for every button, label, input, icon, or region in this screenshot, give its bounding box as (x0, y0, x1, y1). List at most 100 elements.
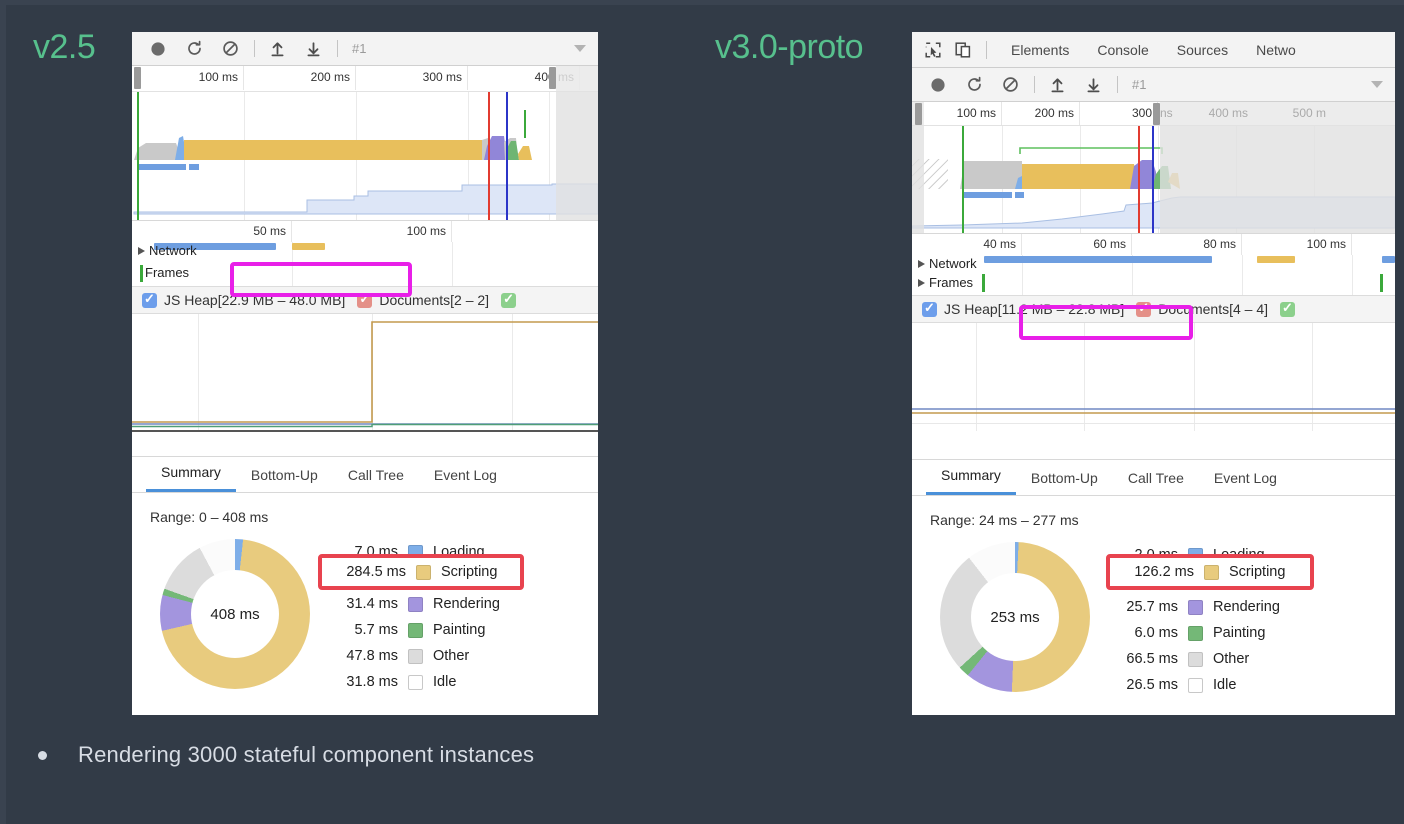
counter-nodes-right[interactable] (1280, 300, 1302, 317)
reload-icon[interactable] (180, 36, 208, 62)
device-toolbar-icon[interactable] (950, 38, 976, 62)
detail-tabs-right[interactable]: Summary Bottom-Up Call Tree Event Log (912, 459, 1395, 496)
download-arrow-icon[interactable] (299, 36, 327, 62)
range-handle-end[interactable] (1153, 103, 1160, 125)
counter-label: Documents (379, 292, 451, 308)
reload-icon[interactable] (960, 72, 988, 98)
clear-prohibited-icon[interactable] (996, 72, 1024, 98)
inspect-element-icon[interactable] (920, 38, 946, 62)
tab-summary[interactable]: Summary (146, 464, 236, 492)
devtools-tabbar-right[interactable]: Elements Console Sources Netwo (912, 32, 1395, 68)
devtools-panel-v30: Elements Console Sources Netwo #1 100 ms… (912, 32, 1395, 715)
triangle-right-icon[interactable] (138, 246, 145, 255)
tab-elements[interactable]: Elements (997, 33, 1083, 67)
checkbox-js-heap[interactable] (142, 291, 157, 308)
tab-sources[interactable]: Sources (1163, 33, 1242, 67)
legend-row-other: 47.8 ms Other (322, 643, 500, 669)
zoom-tick: 60 ms (1022, 234, 1132, 255)
track-label-frames: Frames (918, 275, 973, 290)
legend-swatch-idle (408, 674, 423, 690)
counter-documents-left[interactable]: Documents [2 – 2] (357, 291, 490, 308)
overview-graphs-left[interactable] (132, 92, 598, 220)
track-name: Frames (929, 275, 974, 290)
legend-swatch-painting (408, 622, 423, 638)
legend-label: Rendering (1213, 599, 1280, 615)
session-id-left: #1 (352, 41, 367, 56)
download-arrow-icon[interactable] (1079, 72, 1107, 98)
tab-event-log[interactable]: Event Log (419, 467, 512, 492)
track-label-frames: Frames (145, 265, 189, 280)
frame-marker (140, 265, 143, 282)
tab-call-tree[interactable]: Call Tree (333, 467, 419, 492)
upload-arrow-icon[interactable] (1043, 72, 1071, 98)
triangle-right-icon[interactable] (918, 278, 925, 287)
slide-left-edge (0, 0, 6, 824)
track-frames-left[interactable]: Frames (132, 262, 598, 286)
zoom-ruler-left[interactable]: 50 ms 100 ms (132, 220, 598, 242)
detail-tabs-left[interactable]: Summary Bottom-Up Call Tree Event Log (132, 456, 598, 493)
ruler-tick-dim: 400 ms (1176, 102, 1254, 125)
record-circle-icon[interactable] (924, 72, 952, 98)
legend-swatch-other (1188, 651, 1203, 667)
counters-graph-right (912, 323, 1395, 431)
zoom-tick: 100 ms (1242, 234, 1352, 255)
tab-bottom-up[interactable]: Bottom-Up (236, 467, 333, 492)
network-request-bar (1257, 256, 1295, 263)
triangle-right-icon[interactable] (918, 259, 925, 268)
legend-row-painting: 6.0 ms Painting (1102, 620, 1280, 646)
checkbox-documents[interactable] (1136, 300, 1152, 317)
upload-arrow-icon[interactable] (263, 36, 291, 62)
ruler-tick: 200 ms (244, 66, 356, 90)
counter-label: JS Heap (944, 301, 998, 317)
counter-nodes-left[interactable] (501, 291, 523, 308)
tab-console[interactable]: Console (1083, 33, 1162, 67)
overview-graphs-right[interactable] (912, 126, 1395, 233)
toolbar-divider (1034, 76, 1035, 93)
range-handle-start[interactable] (134, 67, 141, 89)
range-handle-end[interactable] (549, 67, 556, 89)
tab-bottom-up[interactable]: Bottom-Up (1016, 470, 1113, 495)
chevron-down-icon[interactable] (1371, 81, 1383, 88)
zoom-tick: 50 ms (132, 221, 292, 242)
legend-row-idle: 31.8 ms Idle (322, 669, 500, 695)
counter-documents-right[interactable]: Documents [4 – 4] (1136, 300, 1268, 317)
zoom-ruler-right[interactable]: 40 ms 60 ms 80 ms 100 ms (912, 233, 1395, 255)
track-label-network: Network (918, 256, 977, 271)
tab-summary[interactable]: Summary (926, 467, 1016, 495)
bullet-row: Rendering 3000 stateful component instan… (38, 742, 534, 768)
checkbox-js-heap[interactable] (922, 300, 937, 317)
legend-swatch-scripting (416, 564, 431, 580)
counters-bar-right[interactable]: JS Heap [11.2 MB – 22.8 MB] Documents [4… (912, 295, 1395, 323)
checkbox-documents[interactable] (357, 291, 373, 308)
overview-ruler-left[interactable]: 100 ms 200 ms 300 ms 400 ms (132, 66, 598, 92)
counter-js-heap-right[interactable]: JS Heap [11.2 MB – 22.8 MB] (922, 300, 1124, 317)
session-id-right: #1 (1132, 77, 1147, 92)
checkbox-nodes[interactable] (501, 291, 517, 308)
legend-value: 47.8 ms (346, 648, 398, 664)
range-handle-start[interactable] (915, 103, 922, 125)
legend-value: 6.0 ms (1134, 625, 1178, 641)
overview-ruler-right[interactable]: 100 ms 200 ms 300 ns 400 ms 500 m (912, 102, 1395, 126)
track-network-right[interactable]: Network (912, 255, 1395, 273)
legend-value: 31.4 ms (346, 596, 398, 612)
record-circle-icon[interactable] (144, 36, 172, 62)
counters-bar-left[interactable]: JS Heap [22.9 MB – 48.0 MB] Documents [2… (132, 286, 598, 314)
clear-prohibited-icon[interactable] (216, 36, 244, 62)
checkbox-nodes[interactable] (1280, 300, 1296, 317)
counter-value: [2 – 2] (450, 292, 490, 308)
range-label-left: Range: 0 – 408 ms (150, 509, 269, 525)
track-frames-right[interactable]: Frames (912, 273, 1395, 295)
tab-call-tree[interactable]: Call Tree (1113, 470, 1199, 495)
legend-row-painting: 5.7 ms Painting (322, 617, 500, 643)
counter-js-heap-left[interactable]: JS Heap [22.9 MB – 48.0 MB] (142, 291, 345, 308)
network-request-bar (984, 256, 1212, 263)
legend-swatch-rendering (1188, 599, 1203, 615)
legend-swatch-other (408, 648, 423, 664)
legend-label: Other (433, 648, 470, 664)
ruler-tick: 300 (1080, 102, 1158, 125)
chevron-down-icon[interactable] (574, 45, 586, 52)
tab-event-log[interactable]: Event Log (1199, 470, 1292, 495)
tab-network[interactable]: Netwo (1242, 33, 1310, 67)
performance-toolbar-left: #1 (132, 32, 598, 66)
track-network-left[interactable]: Network (132, 242, 598, 262)
